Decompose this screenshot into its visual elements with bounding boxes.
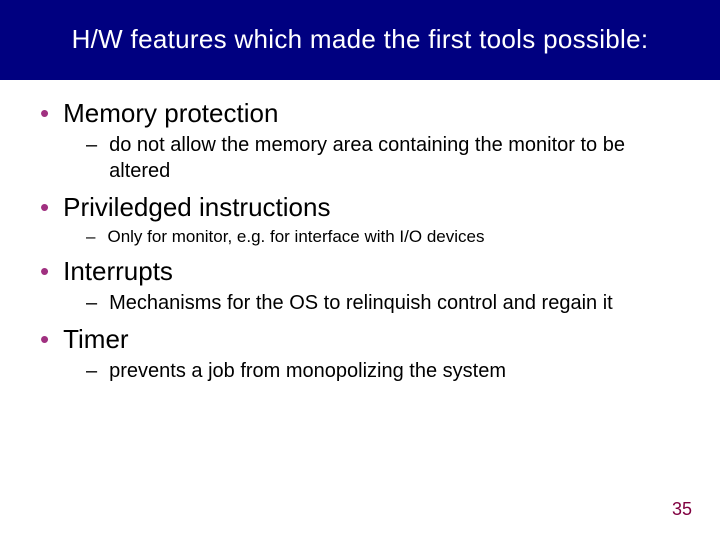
bullet-dot-icon: • [40,96,49,130]
bullet-dot-icon: • [40,190,49,224]
sub-bullet-item: – Mechanisms for the OS to relinquish co… [86,290,690,316]
dash-icon: – [86,132,97,158]
title-band: H/W features which made the first tools … [0,0,720,80]
sub-bullet-item: – do not allow the memory area containin… [86,132,690,184]
bullet-item: • Timer [40,322,690,356]
sub-bullet-item: – Only for monitor, e.g. for interface w… [86,226,690,248]
sub-bullet-text: Only for monitor, e.g. for interface wit… [107,226,484,248]
dash-icon: – [86,290,97,316]
bullet-text: Memory protection [63,96,278,130]
bullet-item: • Interrupts [40,254,690,288]
sub-bullet-text: do not allow the memory area containing … [109,132,690,184]
slide-body: • Memory protection – do not allow the m… [40,96,690,390]
dash-icon: – [86,358,97,384]
bullet-text: Interrupts [63,254,173,288]
slide-title: H/W features which made the first tools … [52,24,669,55]
bullet-item: • Memory protection [40,96,690,130]
sub-bullet-item: – prevents a job from monopolizing the s… [86,358,690,384]
bullet-item: • Priviledged instructions [40,190,690,224]
bullet-dot-icon: • [40,254,49,288]
dash-icon: – [86,226,95,248]
bullet-text: Priviledged instructions [63,190,330,224]
sub-bullet-text: Mechanisms for the OS to relinquish cont… [109,290,613,316]
bullet-text: Timer [63,322,128,356]
page-number: 35 [672,499,692,520]
sub-bullet-text: prevents a job from monopolizing the sys… [109,358,506,384]
slide: H/W features which made the first tools … [0,0,720,540]
bullet-dot-icon: • [40,322,49,356]
